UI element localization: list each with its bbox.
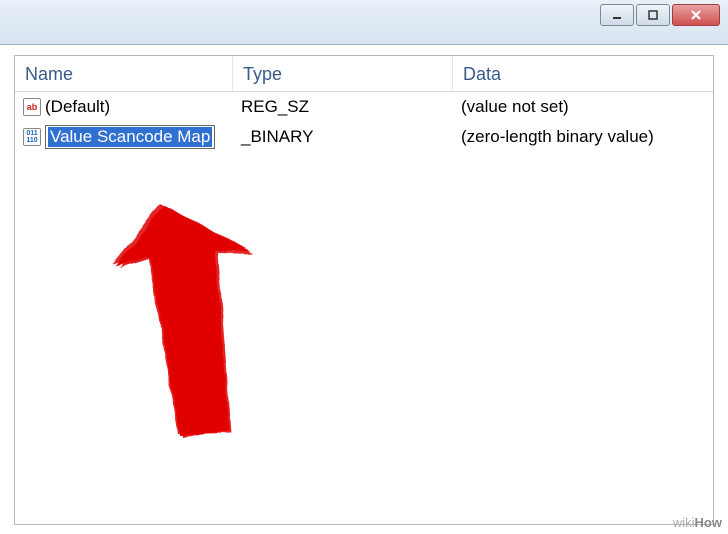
window-titlebar	[0, 0, 728, 45]
registry-list-pane: Name Type Data ab (Default) REG_SZ (valu…	[14, 55, 714, 525]
value-type: _BINARY	[233, 125, 453, 149]
value-type: REG_SZ	[233, 95, 453, 119]
value-data: (value not set)	[453, 95, 713, 119]
rename-input[interactable]: Value Scancode Map	[45, 125, 215, 149]
string-value-icon: ab	[23, 98, 41, 116]
window-controls	[600, 4, 720, 26]
binary-value-icon: 011110	[23, 128, 41, 146]
value-name: (Default)	[45, 97, 110, 117]
rename-selection: Value Scancode Map	[48, 127, 212, 147]
column-header-data[interactable]: Data	[453, 56, 713, 91]
registry-value-row[interactable]: ab (Default) REG_SZ (value not set)	[15, 92, 713, 122]
minimize-button[interactable]	[600, 4, 634, 26]
value-data: (zero-length binary value)	[453, 125, 713, 149]
close-button[interactable]	[672, 4, 720, 26]
maximize-button[interactable]	[636, 4, 670, 26]
column-header-name[interactable]: Name	[15, 56, 233, 91]
watermark: wikiHow	[673, 515, 722, 530]
column-header-type[interactable]: Type	[233, 56, 453, 91]
registry-value-row[interactable]: 011110 Value Scancode Map _BINARY (zero-…	[15, 122, 713, 152]
arrow-annotation-icon	[70, 196, 330, 486]
column-headers: Name Type Data	[15, 56, 713, 92]
